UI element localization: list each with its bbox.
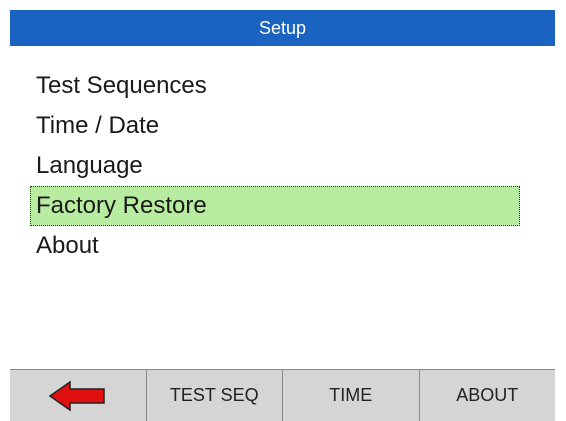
menu-item-about[interactable]: About [30, 226, 560, 266]
setup-screen: Setup Test Sequences Time / Date Languag… [0, 0, 566, 421]
time-button[interactable]: TIME [282, 370, 419, 421]
softkey-bar: TEST SEQ TIME ABOUT [10, 369, 555, 421]
screen-title: Setup [10, 10, 555, 46]
setup-menu: Test Sequences Time / Date Language Fact… [30, 66, 560, 266]
test-seq-button[interactable]: TEST SEQ [145, 370, 283, 421]
left-arrow-icon [48, 380, 105, 411]
about-button[interactable]: ABOUT [418, 370, 556, 421]
menu-item-language[interactable]: Language [30, 146, 560, 186]
menu-item-factory-restore[interactable]: Factory Restore [30, 186, 520, 226]
menu-item-test-sequences[interactable]: Test Sequences [30, 66, 560, 106]
back-button[interactable] [10, 370, 146, 421]
menu-item-time-date[interactable]: Time / Date [30, 106, 560, 146]
